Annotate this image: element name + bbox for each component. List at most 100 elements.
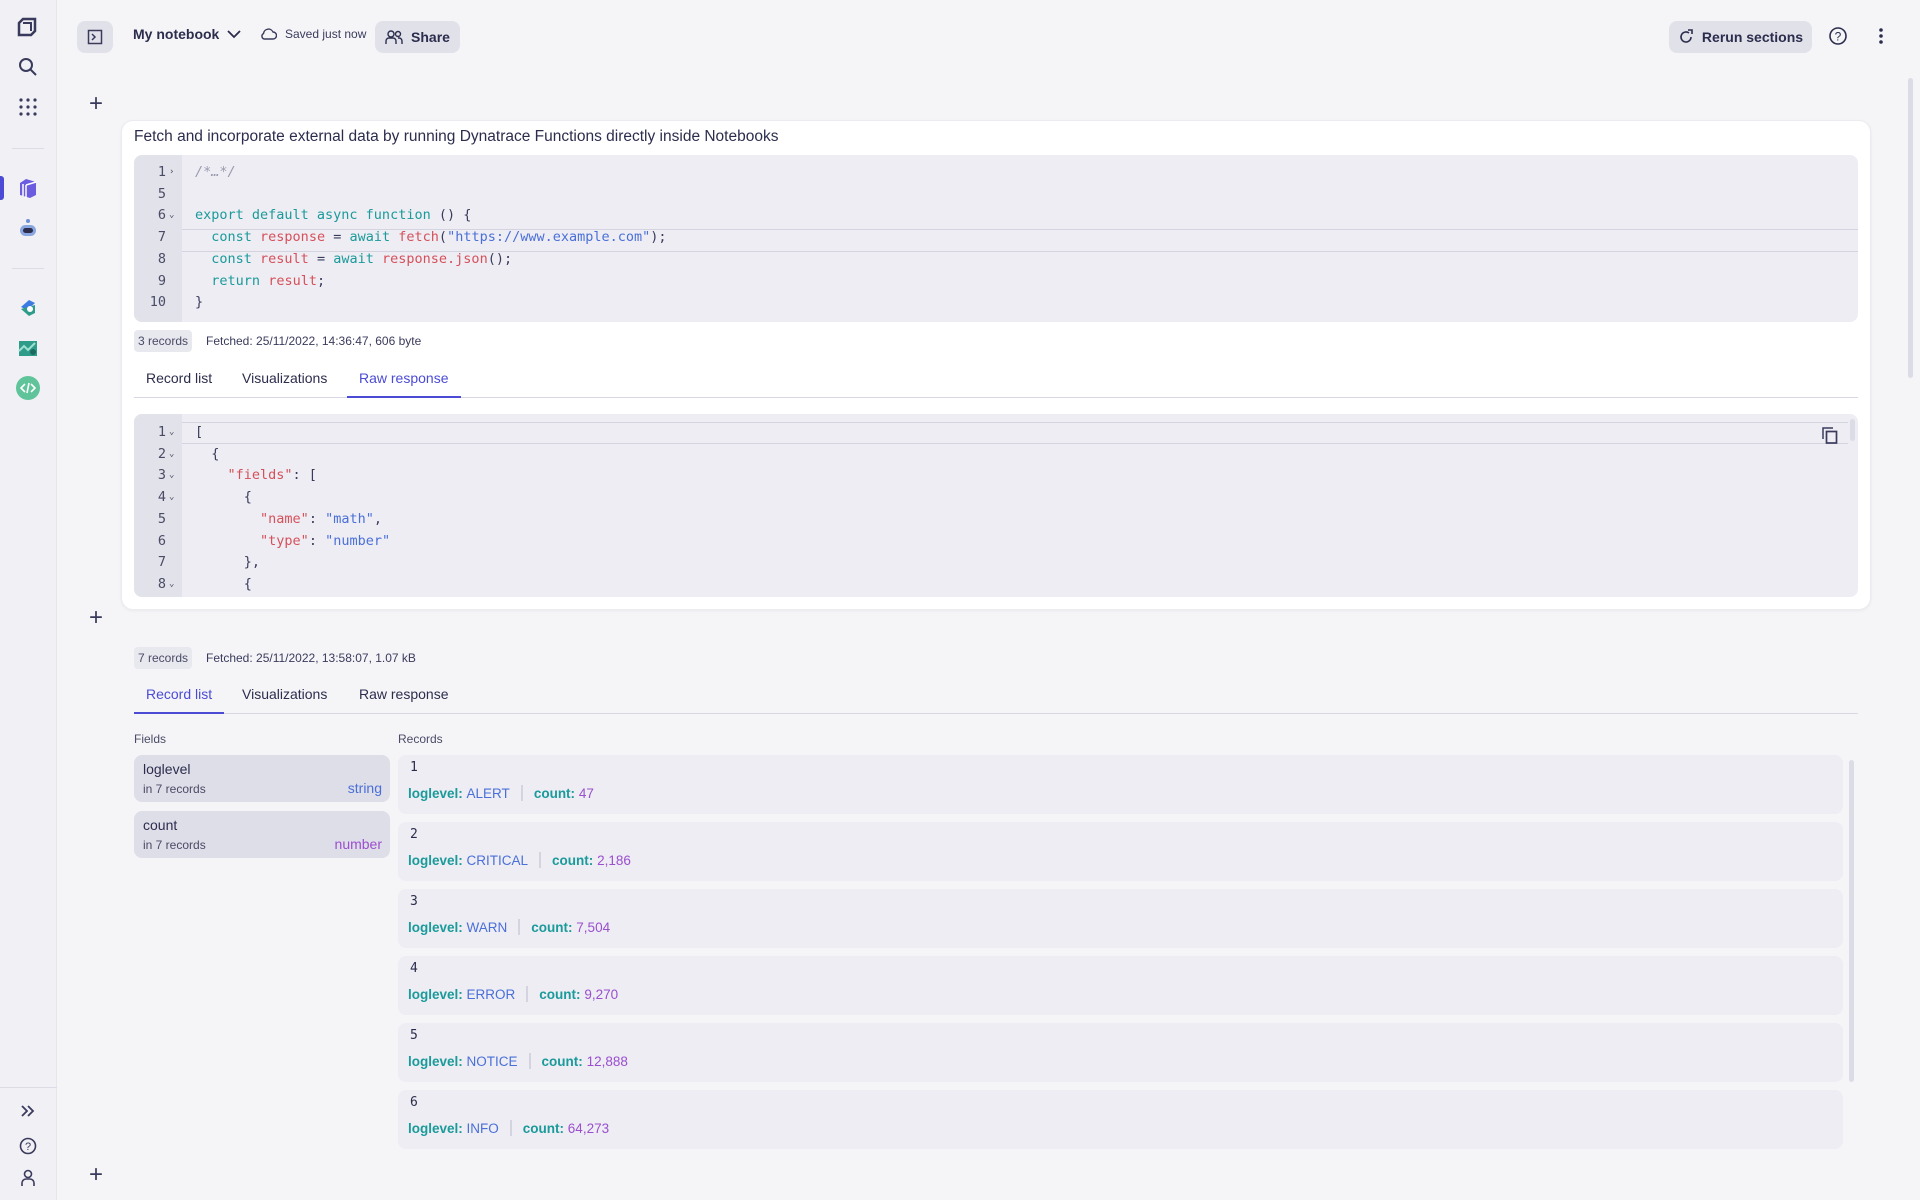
record-item[interactable]: 3 loglevel: WARN count: 7,504 xyxy=(398,889,1843,948)
divider xyxy=(509,1120,512,1136)
divider xyxy=(526,986,529,1002)
field-item-count[interactable]: count in 7 records number xyxy=(134,811,390,858)
line-number: 4 xyxy=(157,489,166,506)
tab-visualizations[interactable]: Visualizations xyxy=(230,368,339,398)
tab-raw-response[interactable]: Raw response xyxy=(347,684,461,714)
code-line: 6 ⌄ export default async function () { xyxy=(134,205,1858,227)
line-number: 1 xyxy=(157,424,166,440)
users-icon xyxy=(385,30,403,44)
apps-grid-icon[interactable] xyxy=(14,93,42,121)
davis-assistant-icon[interactable] xyxy=(14,214,42,242)
record-item[interactable]: 2 loglevel: CRITICAL count: 2,186 xyxy=(398,822,1843,881)
key-label: count: xyxy=(533,785,576,801)
fold-chevron-icon[interactable]: ⌄ xyxy=(169,487,174,509)
tab-visualizations[interactable]: Visualizations xyxy=(230,684,339,714)
key-label: loglevel: xyxy=(408,1120,463,1136)
sidebar: ? xyxy=(0,0,57,1200)
key-label: count: xyxy=(531,919,573,935)
line-number: 3 xyxy=(157,467,166,484)
code-line: 6 "type": "number" xyxy=(134,531,1858,553)
code-line: 7 const response = await fetch("https://… xyxy=(134,227,1858,249)
key-label: loglevel: xyxy=(408,986,463,1002)
fold-chevron-icon[interactable]: ⌄ xyxy=(169,574,174,596)
record-item[interactable]: 1 loglevel: ALERT count: 47 xyxy=(398,755,1843,814)
functions-icon[interactable] xyxy=(14,374,42,402)
key-label: loglevel: xyxy=(408,1053,463,1069)
loglevel-value: ERROR xyxy=(466,986,516,1002)
loglevel-value: INFO xyxy=(466,1120,499,1136)
notebooks-icon[interactable] xyxy=(14,174,42,202)
add-section-button[interactable]: + xyxy=(86,606,106,630)
record-index: 3 xyxy=(410,894,418,909)
fold-chevron-icon[interactable]: ⌄ xyxy=(169,422,174,444)
key-label: count: xyxy=(541,1053,583,1069)
tab-record-list[interactable]: Record list xyxy=(134,368,224,398)
result-tabs: Record list Visualizations Raw response xyxy=(134,686,1858,714)
code-text: return result; xyxy=(211,272,326,289)
fetched-info: Fetched: 25/11/2022, 13:58:07, 1.07 kB xyxy=(206,651,416,665)
raw-scrollbar[interactable] xyxy=(1850,419,1855,441)
count-value: 64,273 xyxy=(567,1120,610,1136)
code-line: 5 xyxy=(134,184,1858,206)
user-icon[interactable] xyxy=(14,1164,42,1192)
record-item[interactable]: 5 loglevel: NOTICE count: 12,888 xyxy=(398,1023,1843,1082)
line-number: 7 xyxy=(157,554,166,571)
fold-chevron-icon[interactable]: ⌄ xyxy=(169,205,174,227)
tab-raw-response[interactable]: Raw response xyxy=(347,368,461,398)
field-item-loglevel[interactable]: loglevel in 7 records string xyxy=(134,755,390,802)
add-section-button[interactable]: + xyxy=(86,1163,106,1187)
chevron-down-icon xyxy=(227,30,241,39)
code-line: 2 ⌄ { xyxy=(134,444,1858,466)
code-text: { xyxy=(243,489,252,506)
sidebar-divider xyxy=(0,1087,57,1088)
key-label: loglevel: xyxy=(408,785,463,801)
rerun-sections-button[interactable]: Rerun sections xyxy=(1669,21,1812,53)
toggle-sections-button[interactable] xyxy=(77,21,113,53)
record-index: 5 xyxy=(410,1028,418,1043)
line-number: 1 xyxy=(157,164,166,180)
add-section-button[interactable]: + xyxy=(86,92,106,116)
share-button[interactable]: Share xyxy=(375,21,460,53)
sidebar-divider xyxy=(12,268,44,269)
fold-chevron-icon[interactable]: ⌄ xyxy=(169,465,174,487)
active-indicator xyxy=(0,176,4,200)
key-label: loglevel: xyxy=(408,852,463,868)
sidebar-divider xyxy=(12,148,44,149)
copy-icon[interactable] xyxy=(1822,427,1838,449)
notebook-title-dropdown[interactable]: My notebook xyxy=(133,26,241,42)
code-text: "fields": [ xyxy=(227,467,317,484)
dashboards-icon[interactable] xyxy=(14,334,42,362)
workflows-icon[interactable] xyxy=(14,294,42,322)
key-label: count: xyxy=(539,986,581,1002)
count-value: 12,888 xyxy=(586,1053,628,1069)
help-icon[interactable]: ? xyxy=(14,1132,42,1160)
count-value: 2,186 xyxy=(597,852,631,868)
code-text: { xyxy=(211,445,220,462)
more-options-icon[interactable] xyxy=(1878,26,1884,51)
code-line: 1 ⌄ [ xyxy=(134,422,1858,444)
svg-text:?: ? xyxy=(25,1141,31,1153)
fold-chevron-icon[interactable]: ⌄ xyxy=(169,444,174,466)
raw-response-viewer[interactable]: 1 ⌄[2 ⌄ {3 ⌄ "fields": [4 ⌄ {5 "name": "math… xyxy=(134,414,1858,597)
code-text: [ xyxy=(195,424,204,440)
count-value: 9,270 xyxy=(584,986,619,1002)
expand-icon[interactable] xyxy=(14,1097,42,1125)
record-item[interactable]: 6 loglevel: INFO count: 64,273 xyxy=(398,1090,1843,1149)
records-scrollbar[interactable] xyxy=(1849,760,1854,1082)
line-number: 10 xyxy=(149,294,166,311)
dynatrace-logo-icon[interactable] xyxy=(14,14,42,42)
record-item[interactable]: 4 loglevel: ERROR count: 9,270 xyxy=(398,956,1843,1015)
code-editor[interactable]: 1 › /*…*/ 5 6 ⌄ export default async function … xyxy=(134,155,1858,322)
code-text: } xyxy=(195,294,204,311)
fetched-info: Fetched: 25/11/2022, 14:36:47, 606 byte xyxy=(206,334,422,348)
page-scrollbar[interactable] xyxy=(1908,78,1913,378)
code-line: 5 "name": "math", xyxy=(134,509,1858,531)
tab-record-list[interactable]: Record list xyxy=(134,684,225,714)
fold-chevron-icon[interactable]: › xyxy=(169,162,174,184)
line-number: 5 xyxy=(157,185,166,202)
search-icon[interactable] xyxy=(14,53,42,81)
code-line: 3 ⌄ "fields": [ xyxy=(134,465,1858,487)
code-text: }, xyxy=(243,554,261,571)
help-icon[interactable]: ? xyxy=(1828,26,1848,51)
loglevel-value: CRITICAL xyxy=(466,852,529,868)
